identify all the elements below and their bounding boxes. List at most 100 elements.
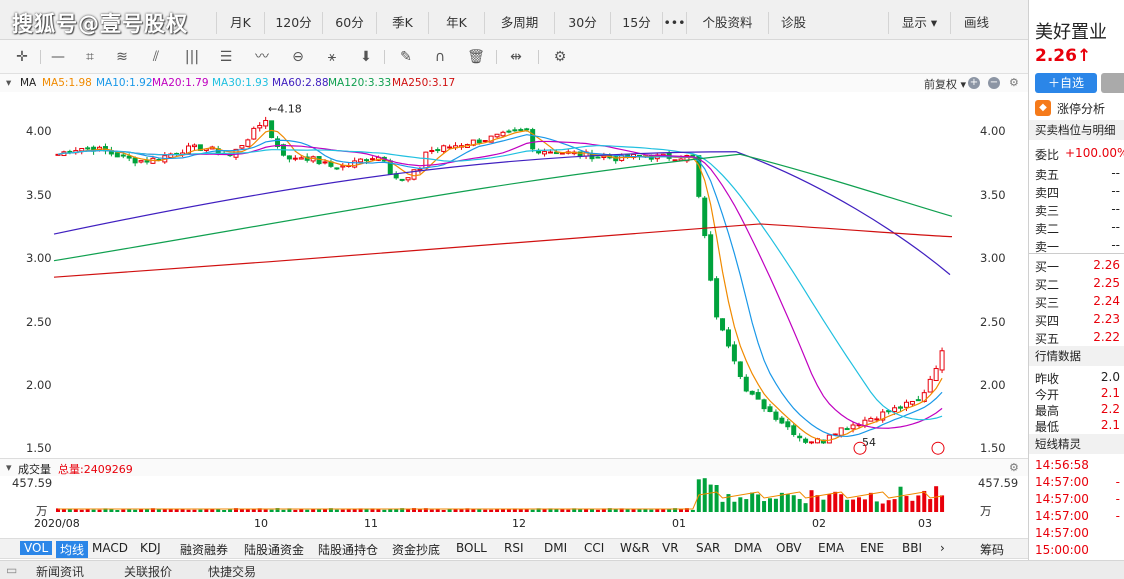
- volume-chart[interactable]: 457.59 457.59 万 万: [0, 476, 1028, 518]
- candle-body: [500, 131, 506, 137]
- panel-toggle-icon[interactable]: ▭: [6, 563, 17, 577]
- magnet-icon[interactable]: ∩: [430, 48, 450, 66]
- trash-icon[interactable]: 🗑: [466, 48, 486, 66]
- sell-label-3: 卖二: [1035, 222, 1060, 236]
- volume-bar: [578, 509, 583, 512]
- order-book-title: 买卖档位与明细: [1029, 120, 1124, 140]
- period-tab-0[interactable]: 月K: [216, 12, 264, 34]
- indicator-tab-2[interactable]: MACD: [92, 541, 128, 555]
- candle-body: [132, 157, 138, 164]
- indicator-tab-bar: VOL 均线 MACD KDJ 融资融券 陆股通资金 陆股通持仓 资金抄底 BOLL RSI DMI…: [0, 538, 1028, 559]
- volume-bar: [625, 509, 630, 512]
- bottom-tab-0[interactable]: 新闻资讯: [36, 563, 84, 579]
- indicator-tab-21[interactable]: 筹码: [980, 541, 1004, 558]
- volume-gear-icon[interactable]: ⚙: [1009, 461, 1019, 474]
- volume-bar: [121, 509, 126, 512]
- candle-body: [672, 159, 678, 162]
- candle-body: [838, 427, 844, 436]
- period-tab-5[interactable]: 多周期: [484, 12, 554, 34]
- indicator-tab-20[interactable]: ›: [940, 541, 945, 555]
- gear-icon[interactable]: ⚙: [550, 48, 570, 66]
- more-button[interactable]: [1101, 73, 1124, 93]
- fan-tool-icon[interactable]: ≋: [112, 48, 132, 66]
- toolbar-divider: [538, 50, 539, 64]
- period-tab-10[interactable]: 诊股: [768, 12, 818, 34]
- indicator-tab-13[interactable]: VR: [662, 541, 679, 555]
- indicator-tab-11[interactable]: CCI: [584, 541, 604, 555]
- indicator-tab-18[interactable]: ENE: [860, 541, 884, 555]
- arrow-down-icon[interactable]: ⬇: [356, 48, 376, 66]
- volume-bar: [649, 509, 654, 512]
- period-tab-6[interactable]: 30分: [554, 12, 610, 34]
- candle-body: [369, 158, 375, 161]
- candle-body: [737, 361, 743, 377]
- indicator-tab-0[interactable]: VOL: [20, 541, 53, 555]
- indicator-tab-6[interactable]: 陆股通持仓: [318, 541, 378, 558]
- bottom-tab-1[interactable]: 关联报价: [124, 563, 172, 579]
- zoom-out-icon[interactable]: −: [988, 77, 1000, 89]
- candle-body: [292, 157, 298, 160]
- x-tick-5: 02: [812, 517, 826, 530]
- period-tab-11[interactable]: 显示 ▾: [888, 12, 950, 34]
- period-tab-12[interactable]: 画线: [950, 12, 1002, 34]
- indicator-tab-1[interactable]: 均线: [56, 541, 89, 558]
- price-up-arrow-icon: ↑: [1076, 46, 1092, 66]
- volume-bar: [139, 509, 144, 512]
- wave-tool-icon[interactable]: 〰: [252, 48, 272, 66]
- candle-body: [826, 434, 832, 444]
- ma-label: MA: [20, 77, 37, 89]
- bottom-tab-2[interactable]: 快捷交易: [208, 563, 256, 579]
- crosshair-icon[interactable]: ✛: [12, 48, 32, 66]
- settings-gear-icon[interactable]: ⚙: [1009, 76, 1019, 89]
- ma-item-1: MA10:1.92: [96, 77, 153, 89]
- volume-bar: [530, 509, 535, 512]
- indicator-tab-10[interactable]: DMI: [544, 541, 567, 555]
- expand-icon[interactable]: ⇹: [506, 48, 526, 66]
- indicator-tab-19[interactable]: BBI: [902, 541, 922, 555]
- indicator-tab-16[interactable]: OBV: [776, 541, 802, 555]
- candle-body: [482, 140, 488, 143]
- cycle-tool-icon[interactable]: ⊖: [288, 48, 308, 66]
- zoom-in-icon[interactable]: +: [968, 77, 980, 89]
- sprite-time-1: 14:57:00: [1035, 475, 1089, 489]
- indicator-tab-17[interactable]: EMA: [818, 541, 844, 555]
- indicator-tab-9[interactable]: RSI: [504, 541, 524, 555]
- period-tab-9[interactable]: 个股资料: [686, 12, 768, 34]
- period-tab-4[interactable]: 年K: [428, 12, 484, 34]
- volume-bar: [661, 509, 666, 512]
- candle-body: [126, 155, 132, 159]
- indicator-tab-12[interactable]: W&R: [620, 541, 650, 555]
- indicator-tab-15[interactable]: DMA: [734, 541, 762, 555]
- line-tool-icon[interactable]: —: [48, 48, 68, 66]
- kline-chart[interactable]: ←4.18 54 4.00 4.00 3.50 3.50 3.00 3.00 2.50 2.50…: [0, 92, 1028, 458]
- indicator-tab-4[interactable]: 融资融券: [180, 541, 228, 558]
- adjust-select[interactable]: 前复权 ▾: [924, 76, 966, 92]
- period-tab-8[interactable]: •••: [662, 12, 686, 34]
- gann-tool-icon[interactable]: ⚹: [322, 48, 342, 66]
- price-value: 2.26: [1035, 46, 1077, 66]
- indicator-tab-14[interactable]: SAR: [696, 541, 720, 555]
- period-tab-2[interactable]: 60分: [322, 12, 376, 34]
- candles-group: [55, 116, 945, 445]
- indicator-tab-5[interactable]: 陆股通资金: [244, 541, 304, 558]
- indicator-tab-8[interactable]: BOLL: [456, 541, 487, 555]
- flame-icon: ◆: [1035, 100, 1051, 116]
- indicator-tab-7[interactable]: 资金抄底: [392, 541, 440, 558]
- period-tab-3[interactable]: 季K: [376, 12, 428, 34]
- channel-tool-icon[interactable]: ⫽: [146, 48, 166, 66]
- limit-up-analysis[interactable]: 涨停分析: [1057, 100, 1105, 117]
- indicator-tab-3[interactable]: KDJ: [140, 541, 161, 555]
- crop-tool-icon[interactable]: ⌗: [80, 48, 100, 66]
- period-tab-7[interactable]: 15分: [610, 12, 662, 34]
- pen-icon[interactable]: ✎: [396, 48, 416, 66]
- volume-collapse-icon[interactable]: ▾: [6, 461, 12, 474]
- bars-tool-icon[interactable]: |||: [182, 48, 202, 66]
- volume-bar: [898, 486, 903, 512]
- x-tick-2: 11: [364, 517, 378, 530]
- fib-tool-icon[interactable]: ☰: [216, 48, 236, 66]
- y-tick-right-0: 4.00: [980, 124, 1006, 139]
- period-tab-1[interactable]: 120分: [264, 12, 322, 34]
- ma-expand-icon[interactable]: ▾: [6, 77, 11, 89]
- add-watchlist-button[interactable]: ＋自选: [1035, 73, 1097, 93]
- candle-body: [785, 421, 791, 428]
